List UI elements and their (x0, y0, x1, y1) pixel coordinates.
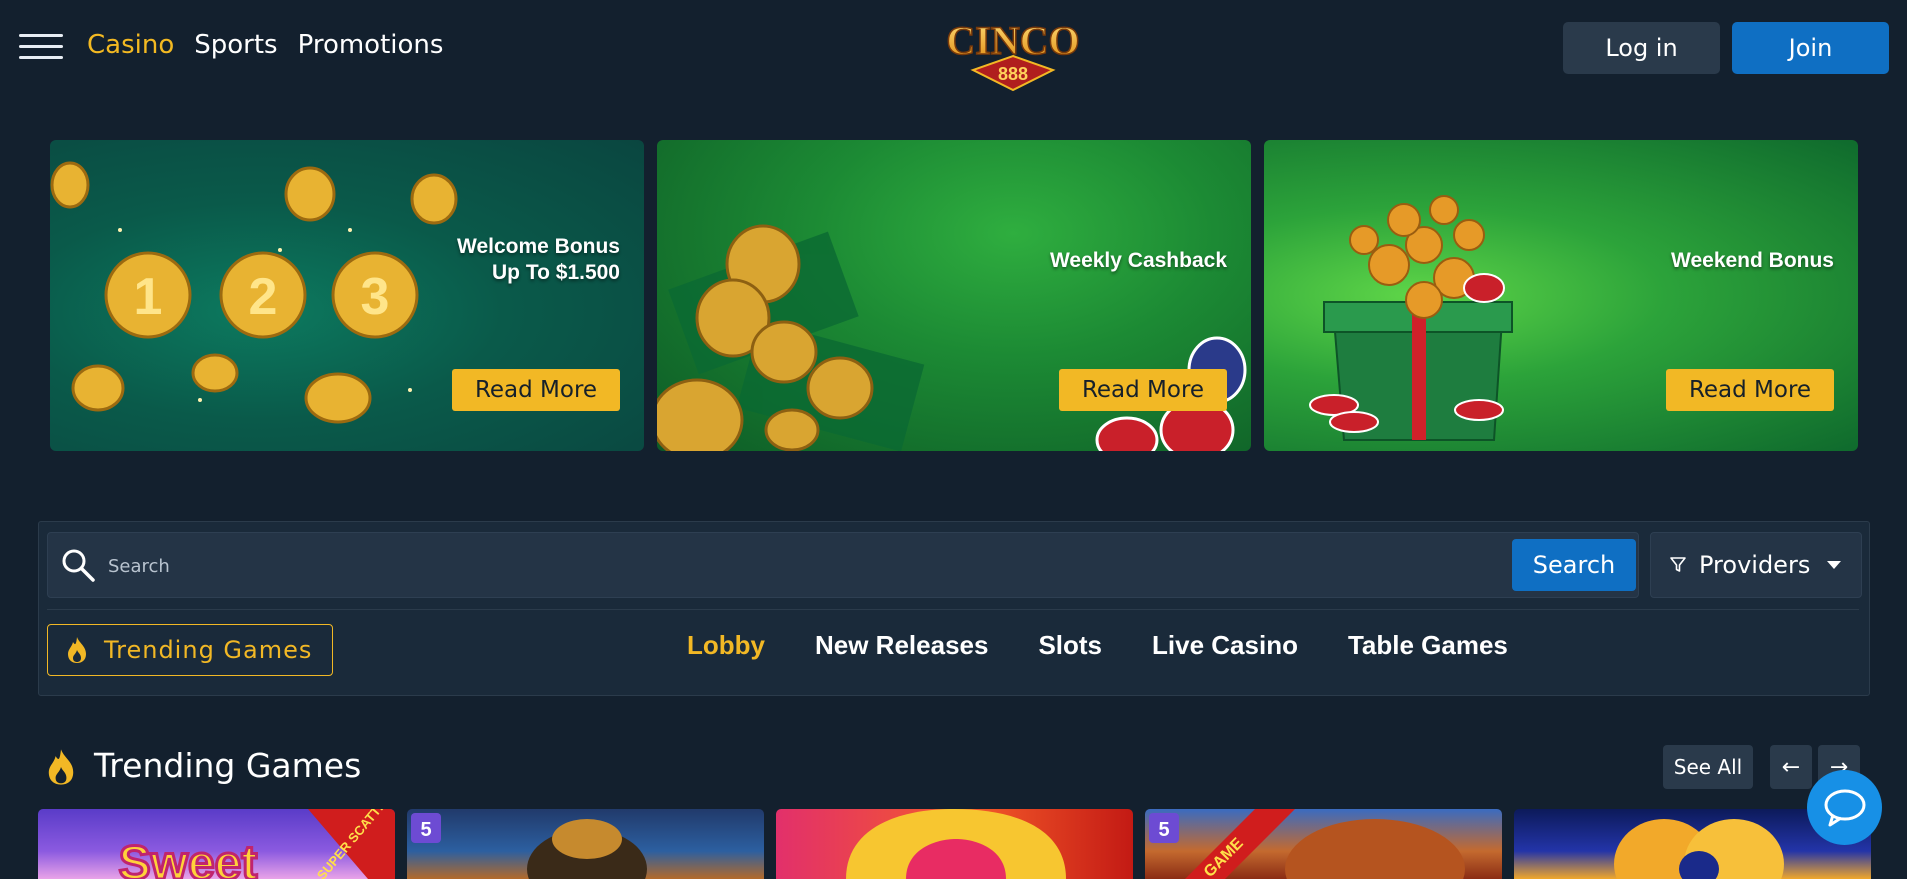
chat-icon (1824, 789, 1865, 826)
category-tabs: Lobby New Releases Slots Live Casino Tab… (687, 630, 1508, 661)
svg-text:5: 5 (1158, 819, 1169, 841)
chat-button[interactable] (1807, 770, 1882, 845)
svg-text:CINCO: CINCO (946, 18, 1079, 63)
search-input[interactable] (106, 549, 1210, 583)
nav-casino[interactable]: Casino (87, 30, 174, 60)
providers-dropdown[interactable]: Providers (1650, 532, 1862, 598)
svg-text:3: 3 (361, 268, 390, 326)
promo-banner-weekend[interactable]: Weekend Bonus Read More (1264, 140, 1858, 451)
see-all-button[interactable]: See All (1663, 745, 1753, 789)
nav-promotions[interactable]: Promotions (298, 30, 444, 60)
promo-banner-cashback[interactable]: Weekly Cashback Read More (657, 140, 1251, 451)
menu-icon[interactable] (19, 34, 63, 60)
trending-games-label: Trending Games (104, 636, 313, 664)
flame-icon (48, 749, 74, 785)
read-more-button[interactable]: Read More (452, 369, 620, 411)
filter-icon (1670, 557, 1686, 572)
svg-text:2: 2 (249, 268, 278, 326)
tab-lobby[interactable]: Lobby (687, 630, 765, 661)
flame-icon (68, 637, 86, 663)
svg-text:1: 1 (134, 268, 163, 326)
search-bar: Search (47, 532, 1639, 598)
svg-text:Sweet: Sweet (119, 837, 258, 879)
tab-slots[interactable]: Slots (1038, 630, 1102, 661)
search-button[interactable]: Search (1512, 539, 1636, 591)
nav-sports[interactable]: Sports (194, 30, 277, 60)
section-title: Trending Games (94, 746, 362, 785)
login-button[interactable]: Log in (1563, 22, 1720, 74)
banner-title: Welcome Bonus Up To $1.500 (457, 235, 620, 284)
banner-title: Weekly Cashback (1049, 249, 1227, 272)
svg-text:888: 888 (998, 64, 1028, 84)
svg-text:5: 5 (420, 819, 431, 841)
game-filter-panel: Search Providers Trending Games Lobby Ne… (38, 521, 1870, 696)
search-icon (62, 549, 95, 582)
site-logo[interactable]: CINCO 888 (928, 12, 1098, 92)
panel-divider (47, 609, 1859, 610)
promo-banner-welcome[interactable]: 1 2 3 Welcome Bonus Up To $1.500 Read More (50, 140, 644, 451)
join-button[interactable]: Join (1732, 22, 1889, 74)
providers-label: Providers (1699, 551, 1811, 579)
prev-arrow-button[interactable]: ← (1770, 745, 1812, 789)
read-more-button[interactable]: Read More (1666, 369, 1834, 411)
banner-title: Weekend Bonus (1671, 249, 1834, 272)
tab-new-releases[interactable]: New Releases (815, 630, 988, 661)
caret-down-icon (1827, 561, 1841, 569)
main-nav: Casino Sports Promotions (87, 30, 443, 60)
tab-live-casino[interactable]: Live Casino (1152, 630, 1298, 661)
top-header: Casino Sports Promotions CINCO 888 Log i… (0, 0, 1907, 96)
tab-table-games[interactable]: Table Games (1348, 630, 1508, 661)
read-more-button[interactable]: Read More (1059, 369, 1227, 411)
trending-games-tab[interactable]: Trending Games (47, 624, 333, 676)
